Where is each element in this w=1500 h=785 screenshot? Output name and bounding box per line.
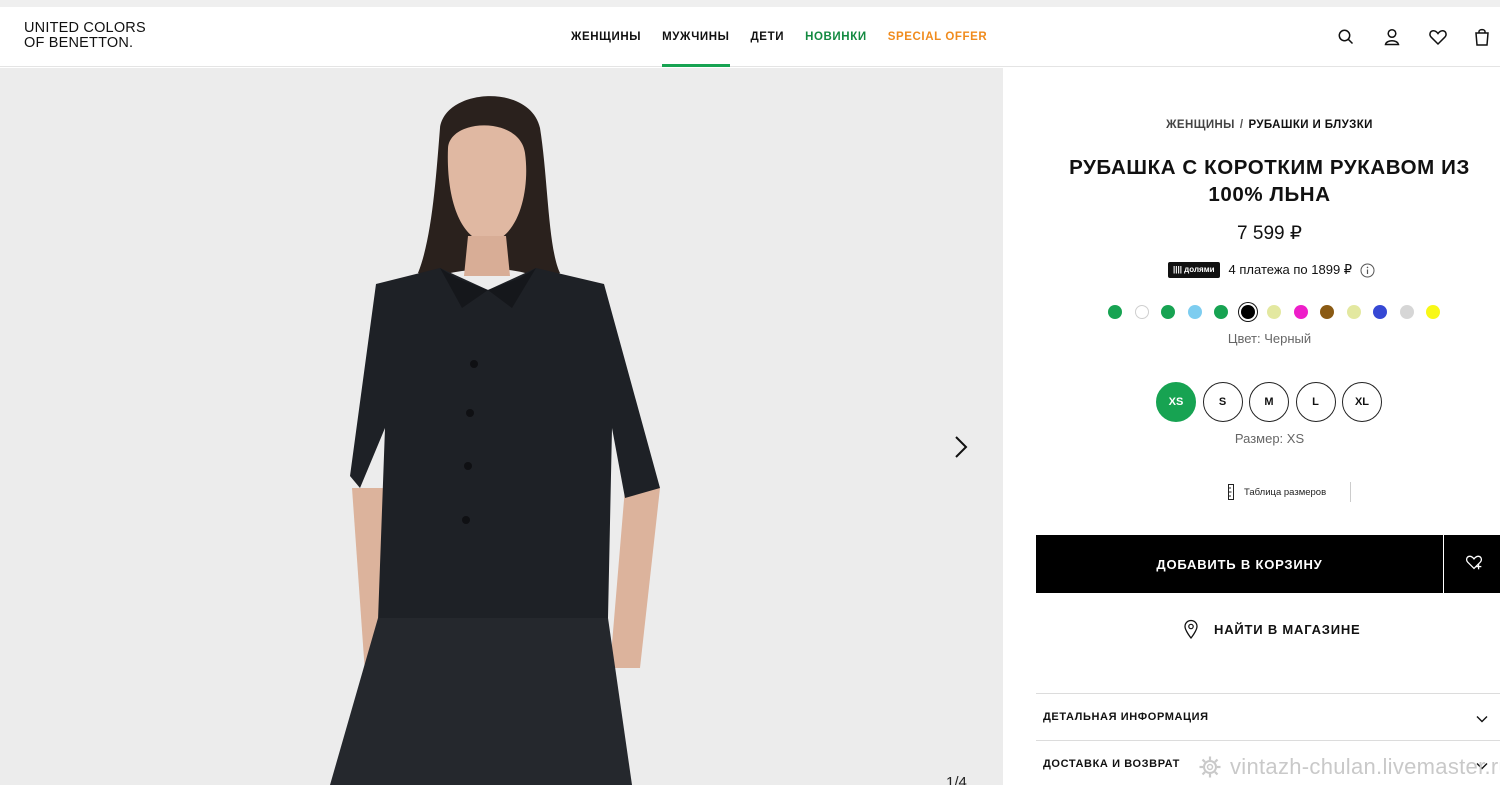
breadcrumb-current[interactable]: РУБАШКИ И БЛУЗКИ xyxy=(1248,119,1372,131)
nav-item-women[interactable]: ЖЕНЩИНЫ xyxy=(571,7,641,67)
size-chart-link[interactable]: Таблица размеров xyxy=(1227,482,1326,502)
color-swatch-9[interactable] xyxy=(1320,305,1335,319)
color-swatch-3[interactable] xyxy=(1161,305,1176,319)
color-swatch-7[interactable] xyxy=(1267,305,1282,319)
breadcrumb-parent[interactable]: ЖЕНЩИНЫ xyxy=(1166,119,1235,131)
accordion-delivery-label: ДОСТАВКА И ВОЗВРАТ xyxy=(1043,758,1180,770)
site-header: UNITED COLORS OF BENETTON. ЖЕНЩИНЫ МУЖЧИ… xyxy=(0,7,1500,67)
add-to-cart-button[interactable]: ДОБАВИТЬ В КОРЗИНУ xyxy=(1036,535,1443,593)
bag-icon[interactable] xyxy=(1470,25,1494,49)
breadcrumb: ЖЕНЩИНЫ / РУБАШКИ И БЛУЗКИ xyxy=(1003,119,1500,131)
installments-info: |||| долями 4 платежа по 1899 ₽ xyxy=(1168,261,1375,279)
nav-item-men[interactable]: МУЖЧИНЫ xyxy=(662,7,730,67)
size-option-l[interactable]: L xyxy=(1295,382,1336,422)
installments-text: 4 платежа по 1899 ₽ xyxy=(1228,262,1353,277)
product-gallery: 1/4 xyxy=(0,68,1003,785)
color-swatch-12[interactable] xyxy=(1399,305,1414,319)
main-nav: ЖЕНЩИНЫ МУЖЧИНЫ ДЕТИ НОВИНКИ SPECIAL OFF… xyxy=(560,7,997,67)
accordion-details[interactable]: ДЕТАЛЬНАЯ ИНФОРМАЦИЯ xyxy=(1036,693,1500,740)
color-swatch-5[interactable] xyxy=(1214,305,1229,319)
divider xyxy=(1350,482,1351,502)
dolyami-badge: |||| долями xyxy=(1168,262,1220,278)
watermark-text: vintazh-chulan.livemaster.ru xyxy=(1230,754,1500,779)
user-icon[interactable] xyxy=(1380,25,1404,49)
color-swatch-6[interactable] xyxy=(1240,305,1255,319)
size-option-xl[interactable]: XL xyxy=(1342,382,1382,422)
color-swatch-4[interactable] xyxy=(1187,305,1202,319)
color-swatches xyxy=(1102,305,1447,319)
brand-logo-line1: UNITED COLORS xyxy=(24,20,146,36)
accordion-details-label: ДЕТАЛЬНАЯ ИНФОРМАЦИЯ xyxy=(1043,711,1209,723)
find-in-store-label: НАЙТИ В МАГАЗИНЕ xyxy=(1214,621,1361,637)
color-swatch-1[interactable] xyxy=(1108,305,1123,319)
size-label: Размер: XS xyxy=(1234,431,1305,446)
ruler-icon xyxy=(1227,484,1235,500)
breadcrumb-separator: / xyxy=(1239,119,1244,131)
color-swatch-10[interactable] xyxy=(1346,305,1361,319)
heart-icon[interactable] xyxy=(1426,25,1450,49)
header-icons xyxy=(1320,25,1500,49)
color-swatch-8[interactable] xyxy=(1293,305,1308,319)
nav-item-kids[interactable]: ДЕТИ xyxy=(751,7,785,67)
size-option-xs[interactable]: XS xyxy=(1156,382,1196,422)
search-icon[interactable] xyxy=(1334,25,1358,49)
brand-logo-line2: OF BENETTON. xyxy=(24,35,134,51)
gear-icon xyxy=(1198,755,1222,779)
color-swatch-11[interactable] xyxy=(1373,305,1388,319)
brand-logo[interactable]: UNITED COLORS OF BENETTON. xyxy=(24,21,164,51)
nav-item-new[interactable]: НОВИНКИ xyxy=(805,7,867,67)
product-info-panel: ЖЕНЩИНЫ / РУБАШКИ И БЛУЗКИ РУБАШКА С КОРОТ… xyxy=(1003,68,1500,785)
browser-top-strip xyxy=(0,0,1500,7)
size-option-m[interactable]: M xyxy=(1249,382,1289,422)
find-in-store-link[interactable]: НАЙТИ В МАГАЗИНЕ xyxy=(1183,619,1361,640)
heart-plus-icon xyxy=(1463,551,1485,578)
product-title: РУБАШКА С КОРОТКИМ РУКАВОМ ИЗ 100% ЛЬНА xyxy=(1069,156,1470,206)
color-swatch-13[interactable] xyxy=(1426,305,1441,319)
watermark: vintazh-chulan.livemaster.ru xyxy=(1198,754,1500,780)
nav-item-special-offer[interactable]: SPECIAL OFFER xyxy=(888,7,988,67)
chevron-down-icon xyxy=(1476,711,1488,723)
location-pin-icon xyxy=(1183,619,1199,640)
color-label: Цвет: Черный xyxy=(1227,331,1312,346)
product-price: 7 599 ₽ xyxy=(1237,223,1302,244)
next-image-arrow[interactable] xyxy=(948,433,972,461)
size-selector: XS S M L XL xyxy=(1156,382,1389,422)
size-option-s[interactable]: S xyxy=(1202,382,1243,422)
info-icon[interactable] xyxy=(1360,263,1375,278)
size-chart-label: Таблица размеров xyxy=(1244,486,1327,498)
color-swatch-2[interactable] xyxy=(1134,305,1149,319)
wishlist-button[interactable] xyxy=(1444,535,1500,593)
product-photo xyxy=(0,68,1003,785)
image-counter: 1/4 xyxy=(946,774,967,785)
